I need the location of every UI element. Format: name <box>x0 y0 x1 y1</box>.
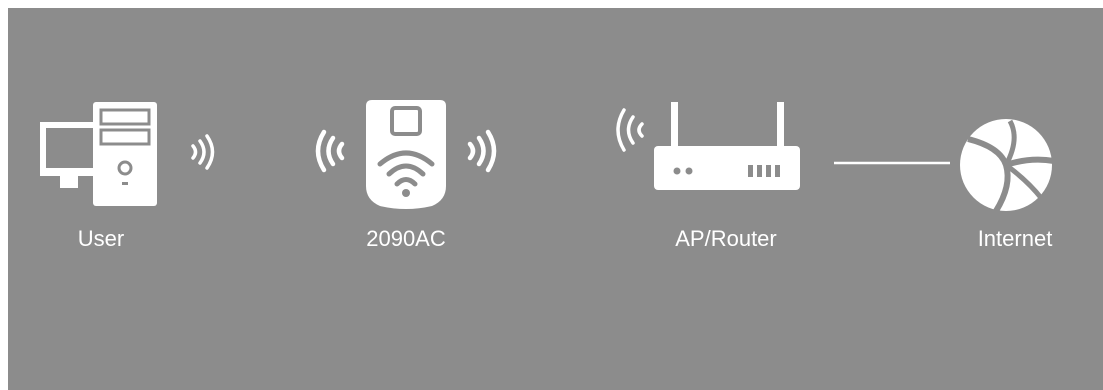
wifi-signal-right-icon <box>191 134 215 170</box>
wired-connection-line <box>834 161 950 165</box>
globe-icon <box>960 119 1055 213</box>
wifi-signal-left-icon <box>616 108 644 152</box>
wifi-signal-left-icon <box>315 129 345 173</box>
wifi-signal-right-icon <box>467 129 497 173</box>
range-extender-icon <box>366 100 446 209</box>
router-icon <box>654 102 800 190</box>
computer-icon <box>40 102 157 206</box>
node-label-user: User <box>77 226 125 251</box>
node-label-router: AP/Router <box>675 226 777 251</box>
network-diagram-panel <box>8 8 1103 390</box>
node-label-internet: Internet <box>977 226 1053 251</box>
node-label-extender: 2090AC <box>366 226 446 251</box>
